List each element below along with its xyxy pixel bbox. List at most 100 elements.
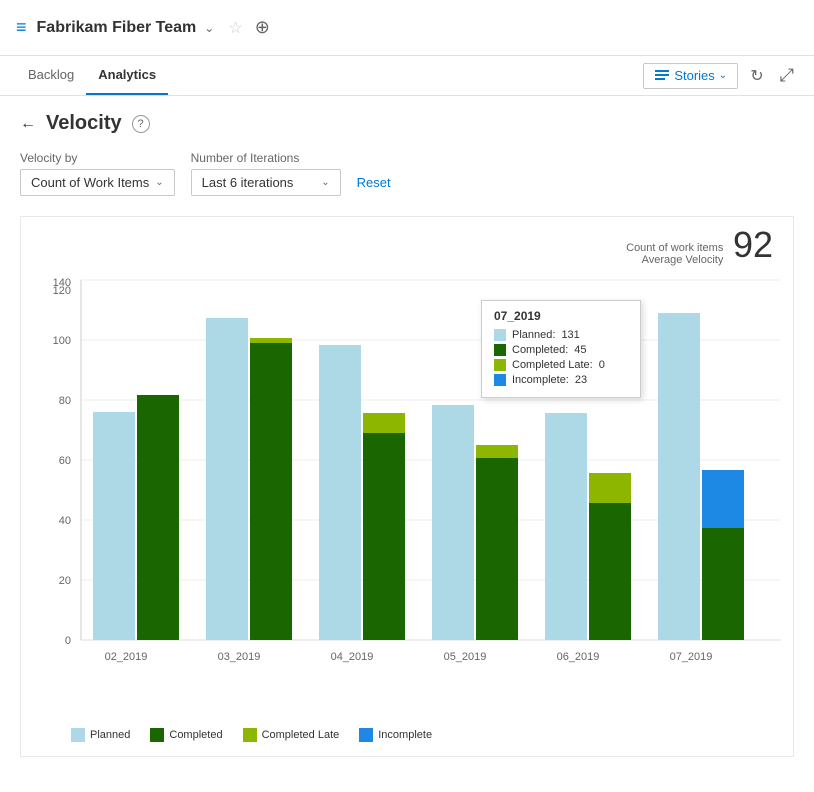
svg-text:05_2019: 05_2019	[444, 651, 487, 663]
tooltip-incomplete-value: 23	[575, 374, 587, 386]
back-button[interactable]: ←	[20, 115, 36, 133]
chart-tooltip: 07_2019 Planned: 131 Completed: 45 Compl…	[481, 300, 641, 398]
tooltip-incomplete-label: Incomplete:	[512, 374, 569, 386]
header: ≡ Fabrikam Fiber Team ⌄ ☆ ⊕	[0, 0, 814, 56]
svg-text:140: 140	[53, 277, 71, 289]
favorite-icon[interactable]: ☆	[228, 18, 242, 38]
legend-planned-label: Planned	[90, 729, 130, 741]
reset-button[interactable]: Reset	[357, 175, 391, 190]
nav-right: Stories ⌄ ↻ ⤢	[643, 61, 798, 90]
legend-late-color	[243, 728, 257, 742]
velocity-by-chevron-icon: ⌄	[155, 177, 163, 188]
team-members-icon[interactable]: ⊕	[255, 17, 270, 38]
chart-legend: Planned Completed Completed Late Incompl…	[31, 720, 773, 746]
svg-text:07_2019: 07_2019	[670, 651, 713, 663]
help-icon[interactable]: ?	[132, 115, 150, 133]
bar-planned-4	[432, 405, 474, 640]
tab-analytics[interactable]: Analytics	[86, 56, 168, 95]
tooltip-completed-value: 45	[574, 344, 586, 356]
tooltip-planned-label: Planned:	[512, 329, 555, 341]
bar-completed-6	[702, 528, 744, 640]
velocity-by-label: Velocity by	[20, 151, 175, 165]
team-title: Fabrikam Fiber Team	[37, 19, 197, 37]
page-header: ← Velocity ?	[20, 112, 794, 135]
bar-completed-2	[250, 343, 292, 640]
bar-completed-1	[137, 395, 179, 640]
tooltip-completed: Completed: 45	[494, 344, 628, 356]
legend-planned-color	[71, 728, 85, 742]
tooltip-late-label: Completed Late:	[512, 359, 593, 371]
iterations-label: Number of Iterations	[191, 151, 341, 165]
velocity-by-filter: Velocity by Count of Work Items ⌄	[20, 151, 175, 196]
page-title: Velocity	[46, 112, 122, 135]
stories-chevron-icon: ⌄	[719, 70, 727, 81]
tooltip-incomplete-color	[494, 374, 506, 386]
svg-text:03_2019: 03_2019	[218, 651, 261, 663]
svg-text:0: 0	[65, 635, 71, 647]
iterations-chevron-icon: ⌄	[321, 177, 329, 188]
summary-label2: Average Velocity	[626, 254, 723, 266]
bar-planned-6	[658, 313, 700, 640]
bar-late-2	[250, 338, 292, 343]
tooltip-title: 07_2019	[494, 309, 628, 323]
legend-completed-color	[150, 728, 164, 742]
bar-completed-5	[589, 503, 631, 640]
legend-planned: Planned	[71, 728, 130, 742]
stories-dropdown[interactable]: Stories ⌄	[643, 63, 738, 89]
app-icon: ≡	[16, 17, 27, 38]
nav-left: Backlog Analytics	[16, 56, 168, 95]
tooltip-planned: Planned: 131	[494, 329, 628, 341]
chart-container: 0 20 40 60 80 100 120 02_2019	[31, 270, 773, 720]
content: ← Velocity ? Velocity by Count of Work I…	[0, 96, 814, 773]
summary-label1: Count of work items	[626, 242, 723, 254]
legend-completed-late: Completed Late	[243, 728, 340, 742]
tooltip-completed-label: Completed:	[512, 344, 568, 356]
chart-summary: Count of work items Average Velocity 92	[31, 227, 773, 266]
tooltip-planned-value: 131	[561, 329, 579, 341]
svg-text:40: 40	[59, 515, 71, 527]
iterations-filter: Number of Iterations Last 6 iterations ⌄	[191, 151, 341, 196]
svg-text:20: 20	[59, 575, 71, 587]
average-velocity-value: 92	[733, 224, 773, 265]
legend-completed-label: Completed	[169, 729, 222, 741]
bar-late-3	[363, 413, 405, 433]
refresh-button[interactable]: ↻	[746, 62, 767, 90]
bar-incomplete-6	[702, 470, 744, 528]
legend-incomplete-color	[359, 728, 373, 742]
team-chevron-icon[interactable]: ⌄	[204, 21, 214, 35]
bar-planned-1	[93, 412, 135, 640]
tab-backlog[interactable]: Backlog	[16, 56, 86, 95]
iterations-value: Last 6 iterations	[202, 175, 294, 190]
svg-text:100: 100	[53, 335, 71, 347]
legend-incomplete-label: Incomplete	[378, 729, 432, 741]
tooltip-late-color	[494, 359, 506, 371]
tooltip-late-value: 0	[599, 359, 605, 371]
bar-completed-3	[363, 433, 405, 640]
velocity-by-dropdown[interactable]: Count of Work Items ⌄	[20, 169, 175, 196]
svg-text:60: 60	[59, 455, 71, 467]
legend-late-label: Completed Late	[262, 729, 340, 741]
tooltip-completed-late: Completed Late: 0	[494, 359, 628, 371]
nav-tabs: Backlog Analytics Stories ⌄ ↻ ⤢	[0, 56, 814, 96]
stories-icon	[654, 68, 670, 84]
chart-svg: 0 20 40 60 80 100 120 02_2019	[31, 270, 791, 690]
legend-completed: Completed	[150, 728, 222, 742]
svg-text:02_2019: 02_2019	[105, 651, 148, 663]
bar-planned-2	[206, 318, 248, 640]
expand-button[interactable]: ⤢	[776, 61, 798, 90]
velocity-by-value: Count of Work Items	[31, 175, 149, 190]
bar-completed-4	[476, 458, 518, 640]
iterations-dropdown[interactable]: Last 6 iterations ⌄	[191, 169, 341, 196]
bar-planned-3	[319, 345, 361, 640]
tooltip-incomplete: Incomplete: 23	[494, 374, 628, 386]
chart-area: Count of work items Average Velocity 92 …	[20, 216, 794, 757]
filters: Velocity by Count of Work Items ⌄ Number…	[20, 151, 794, 196]
svg-text:04_2019: 04_2019	[331, 651, 374, 663]
bar-late-4	[476, 445, 518, 458]
svg-text:80: 80	[59, 395, 71, 407]
bar-late-5	[589, 473, 631, 503]
legend-incomplete: Incomplete	[359, 728, 432, 742]
tooltip-planned-color	[494, 329, 506, 341]
bar-planned-5	[545, 413, 587, 640]
tooltip-completed-color	[494, 344, 506, 356]
